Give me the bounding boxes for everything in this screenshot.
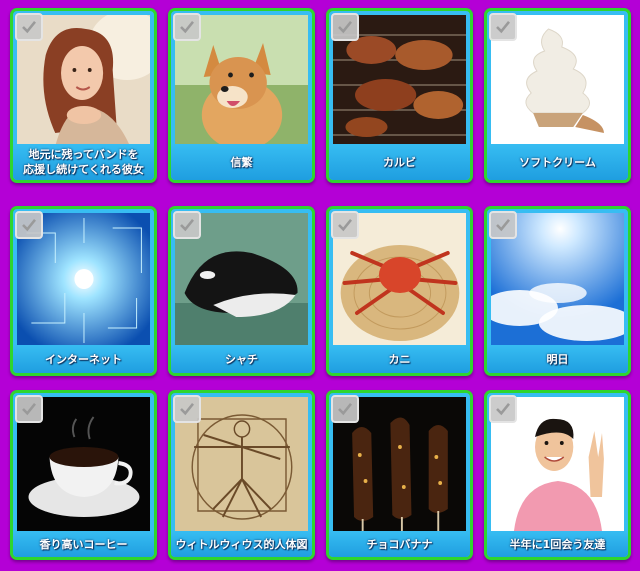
image-card-friend[interactable]: 半年に1回会う友達 <box>484 390 631 560</box>
card-label-text: カニ <box>388 352 411 366</box>
card-label-text: チョコバナナ <box>366 537 433 551</box>
checkmark-icon[interactable] <box>489 211 517 239</box>
image-card-soft-cream[interactable]: ソフトクリーム <box>484 8 631 183</box>
card-label: 香り高いコーヒー <box>13 531 154 557</box>
checkmark-icon[interactable] <box>173 13 201 41</box>
card-label-text: 明日 <box>546 352 569 366</box>
checkmark-icon[interactable] <box>15 395 43 423</box>
image-card-vitruvian[interactable]: ウィトルウィウス的人体図 <box>168 390 315 560</box>
card-label: カルビ <box>329 144 470 180</box>
card-label: チョコバナナ <box>329 531 470 557</box>
card-label-text: シャチ <box>225 352 258 366</box>
card-label: 地元に残ってバンドを 応援し続けてくれる彼女 <box>13 144 154 180</box>
image-card-internet[interactable]: インターネット <box>10 206 157 376</box>
card-label-text: インターネット <box>45 352 122 366</box>
image-card-coffee[interactable]: 香り高いコーヒー <box>10 390 157 560</box>
card-label-text: 信繁 <box>230 155 253 169</box>
image-card-orca[interactable]: シャチ <box>168 206 315 376</box>
checkmark-icon[interactable] <box>15 211 43 239</box>
card-label: ソフトクリーム <box>487 144 628 180</box>
card-label: インターネット <box>13 345 154 373</box>
card-label: 信繁 <box>171 144 312 180</box>
image-card-karubi[interactable]: カルビ <box>326 8 473 183</box>
checkmark-icon[interactable] <box>331 395 359 423</box>
card-label-text: 地元に残ってバンドを 応援し続けてくれる彼女 <box>23 148 144 176</box>
checkmark-icon[interactable] <box>489 395 517 423</box>
card-label: シャチ <box>171 345 312 373</box>
checkmark-icon[interactable] <box>173 211 201 239</box>
card-label: 半年に1回会う友達 <box>487 531 628 557</box>
image-card-nobushige[interactable]: 信繁 <box>168 8 315 183</box>
checkmark-icon[interactable] <box>489 13 517 41</box>
checkmark-icon[interactable] <box>331 13 359 41</box>
image-card-tomorrow[interactable]: 明日 <box>484 206 631 376</box>
card-label-text: ウィトルウィウス的人体図 <box>175 537 308 551</box>
checkmark-icon[interactable] <box>331 211 359 239</box>
checkmark-icon[interactable] <box>15 13 43 41</box>
card-label-text: カルビ <box>383 155 416 169</box>
card-label-text: ソフトクリーム <box>519 155 596 169</box>
image-card-crab[interactable]: カニ <box>326 206 473 376</box>
checkmark-icon[interactable] <box>173 395 201 423</box>
card-label: カニ <box>329 345 470 373</box>
card-label-text: 半年に1回会う友達 <box>509 537 606 551</box>
image-selection-grid: 地元に残ってバンドを 応援し続けてくれる彼女 信繁 カルビ ソフトクリーム イン… <box>0 0 640 571</box>
image-card-choco-banana[interactable]: チョコバナナ <box>326 390 473 560</box>
image-card-girlfriend[interactable]: 地元に残ってバンドを 応援し続けてくれる彼女 <box>10 8 157 183</box>
card-label: ウィトルウィウス的人体図 <box>171 531 312 557</box>
card-label: 明日 <box>487 345 628 373</box>
card-label-text: 香り高いコーヒー <box>39 537 128 551</box>
